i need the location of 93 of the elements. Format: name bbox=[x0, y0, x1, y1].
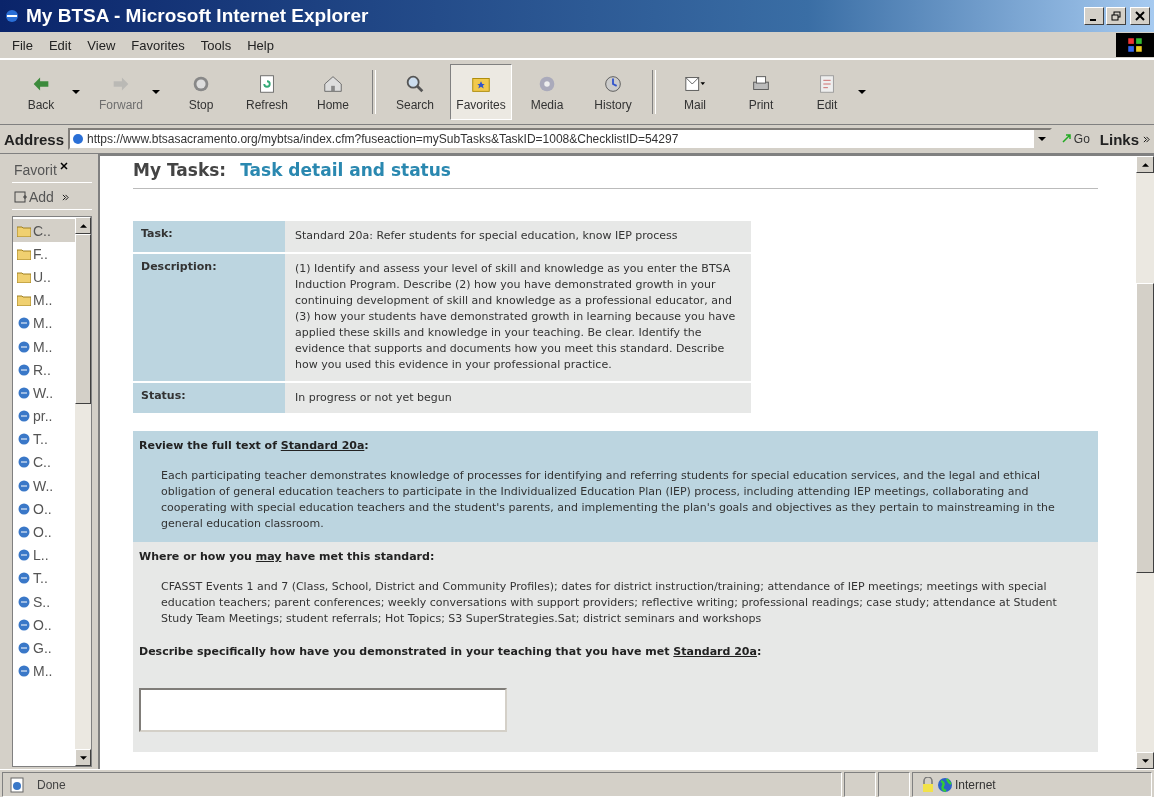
menu-item[interactable]: File bbox=[6, 35, 39, 55]
toolbar-button[interactable]: Edit bbox=[796, 64, 858, 120]
section-text: CFASST Events 1 and 7 (Class, School, District and Community Profiles); dates for district instruction/training; attendance of IEP meetings; meetings with special education teachers; parent conferences; weekly conversations with support providers; reflective writing; professional readings; case study; attendance at Student Study Team Meetings; student referrals; Hot Topics; S3 SuperStrategies.Sat; district seminars and workshops bbox=[161, 579, 1058, 627]
folder-icon bbox=[17, 270, 31, 283]
page-icon bbox=[72, 133, 85, 145]
restore-button[interactable] bbox=[1106, 7, 1126, 25]
section-title: Where or how you may have met this standard: bbox=[139, 550, 436, 564]
toolbar-button[interactable]: Home bbox=[302, 64, 364, 120]
favorite-item[interactable]: C.. bbox=[13, 450, 75, 475]
menu-item[interactable]: Tools bbox=[194, 35, 238, 55]
links-button[interactable]: Links bbox=[1099, 130, 1139, 148]
minimize-button[interactable] bbox=[1084, 7, 1104, 25]
scrollbar[interactable] bbox=[1136, 156, 1154, 769]
menu-item[interactable]: View bbox=[81, 35, 122, 55]
favorite-item[interactable]: T.. bbox=[13, 566, 75, 590]
down-arrow-icon bbox=[79, 755, 87, 760]
toolbar-button[interactable]: Favorites bbox=[450, 64, 512, 120]
page-icon bbox=[9, 776, 25, 793]
browser-icon bbox=[4, 8, 20, 24]
detail-label: Description: bbox=[133, 253, 285, 381]
status-panel bbox=[878, 772, 910, 797]
favorite-item[interactable]: S.. bbox=[13, 590, 75, 614]
caret-icon[interactable] bbox=[858, 90, 866, 94]
favorite-item[interactable]: M.. bbox=[13, 288, 75, 312]
favorite-item[interactable]: O.. bbox=[13, 613, 75, 637]
add-button[interactable]: Add bbox=[12, 187, 56, 207]
menu-item[interactable]: Help bbox=[241, 35, 280, 55]
minimize-icon bbox=[1089, 19, 1096, 21]
lock-icon bbox=[921, 776, 935, 793]
toolbar-button[interactable]: Stop bbox=[170, 64, 232, 120]
caret-icon[interactable] bbox=[72, 90, 80, 94]
toolbar-button[interactable]: History bbox=[582, 64, 644, 120]
windows-logo-icon bbox=[1116, 33, 1154, 57]
status-panel bbox=[844, 772, 876, 797]
favorite-item[interactable]: L.. bbox=[13, 543, 75, 567]
detail-value: (1) Identify and assess your level of skill and knowledge as you enter the BTSA Induction Program. Describe (2) how you have demonstrated growth in your continuing development of skill and knowledge as a professional educator, and (3) how your students have demonstrated growth in learning because you have applied these skills and knowledge in your teaching. Be clear. Identify the evidence that supports and documents how you meet this standard. Describe how you used this evidence in your professional practice. bbox=[285, 253, 751, 381]
standard-link[interactable]: Standard 20a bbox=[673, 645, 757, 658]
toolbar-button[interactable]: Back bbox=[10, 64, 72, 120]
go-button[interactable]: Go bbox=[1055, 132, 1096, 146]
restore-icon bbox=[1111, 11, 1121, 21]
toolbar-button[interactable]: Media bbox=[516, 64, 578, 120]
close-icon bbox=[1135, 11, 1145, 21]
answer-box[interactable] bbox=[139, 688, 507, 732]
favorite-item[interactable]: M.. bbox=[13, 311, 75, 335]
standard-link[interactable]: Standard 20a bbox=[280, 439, 365, 453]
up-arrow-icon bbox=[1141, 162, 1149, 167]
status-text: Done bbox=[37, 777, 66, 792]
detail-value: Standard 20a: Refer students for special education, know IEP process bbox=[285, 221, 751, 252]
scrollbar[interactable] bbox=[75, 217, 91, 766]
toolbar-button[interactable]: Print bbox=[730, 64, 792, 120]
favorite-item[interactable]: C.. bbox=[13, 219, 75, 243]
zone-text: Internet bbox=[955, 777, 996, 792]
favorite-item[interactable]: R.. bbox=[13, 358, 75, 382]
close-icon[interactable] bbox=[59, 162, 68, 170]
detail-label: Status: bbox=[133, 382, 285, 414]
menu-item[interactable]: Favorites bbox=[125, 35, 191, 55]
favorite-item[interactable]: F.. bbox=[13, 242, 75, 266]
address-field[interactable]: https://www.btsasacramento.org/mybtsa/index.cfm?fuseaction=mySubTasks&TaskID=1008&ChecklistID=54297 bbox=[68, 128, 1052, 150]
detail-value: In progress or not yet begun bbox=[285, 382, 751, 414]
add-icon bbox=[14, 190, 28, 204]
favorite-item[interactable]: M.. bbox=[13, 334, 75, 359]
favorite-item[interactable]: W.. bbox=[13, 474, 75, 498]
page-heading: My Tasks: bbox=[133, 160, 227, 180]
folder-icon bbox=[17, 294, 31, 307]
section-title: Review the full text of Standard 20a: bbox=[139, 439, 370, 453]
section-text: Each participating teacher demonstrates knowledge of processes for identifying and referring students for special education services, and the legal and ethical obligation of general education teachers to participate in the Individualized Education Plan (IEP) process, including attending IEP meetings, collaborating and cooperating with special education teachers and the student's parents, and implementing the plan's goals and objectives as they pertain to mainstreaming in the general education classroom. bbox=[161, 468, 1056, 533]
window-title: My BTSA - Microsoft Internet Explorer bbox=[26, 5, 370, 27]
up-arrow-icon bbox=[79, 223, 87, 228]
menu-item[interactable]: Edit bbox=[42, 35, 78, 55]
favorite-item[interactable]: O.. bbox=[13, 497, 75, 521]
pane-title: Favorit bbox=[14, 162, 57, 178]
chevron-icon bbox=[1143, 135, 1150, 143]
favorite-item[interactable]: T.. bbox=[13, 427, 75, 451]
caret-icon bbox=[1037, 137, 1046, 141]
detail-label: Task: bbox=[133, 221, 285, 252]
toolbar-button[interactable]: Refresh bbox=[236, 64, 298, 120]
favorite-item[interactable]: U.. bbox=[13, 265, 75, 289]
toolbar-button[interactable]: Search bbox=[384, 64, 446, 120]
chevron-icon bbox=[61, 193, 69, 201]
folder-icon bbox=[17, 247, 31, 260]
favorite-item[interactable]: W.. bbox=[13, 381, 75, 405]
close-button[interactable] bbox=[1130, 7, 1150, 25]
favorite-item[interactable]: pr.. bbox=[13, 404, 75, 428]
favorite-item[interactable]: G.. bbox=[13, 636, 75, 660]
favorite-item[interactable]: M.. bbox=[13, 659, 75, 683]
address-label: Address bbox=[4, 130, 65, 148]
favorite-item[interactable]: O.. bbox=[13, 520, 75, 544]
arrow-icon bbox=[1061, 134, 1072, 144]
page-subheading: Task detail and status bbox=[240, 160, 451, 180]
section-title: Describe specifically how have you demonstrated in your teaching that you have met Standard 20a: bbox=[139, 645, 763, 658]
folder-icon bbox=[17, 224, 31, 237]
toolbar-button[interactable]: Mail bbox=[664, 64, 726, 120]
down-arrow-icon bbox=[1141, 758, 1149, 763]
